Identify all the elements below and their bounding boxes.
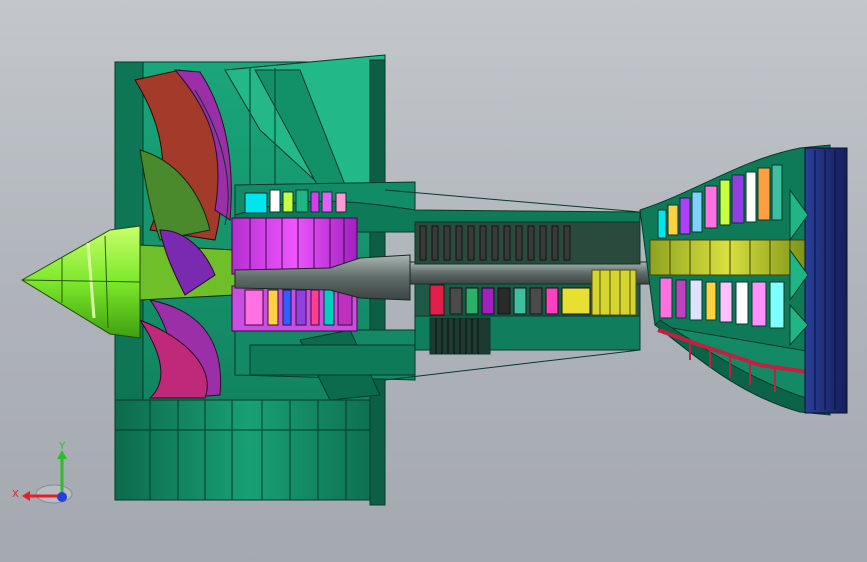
x-axis-label: X [12, 489, 19, 500]
accessory-gearbox[interactable] [429, 317, 491, 355]
y-axis-label: Y [58, 441, 66, 452]
spinner-cone[interactable] [21, 225, 141, 339]
x-axis-arrowhead [22, 491, 30, 501]
triad-plane [35, 484, 73, 504]
cad-viewport[interactable]: X Y [0, 0, 867, 562]
engine-cutaway-model[interactable] [0, 0, 867, 562]
z-axis-origin [57, 492, 67, 502]
coordinate-triad: X Y [12, 441, 73, 504]
compressor-vanes-upper[interactable] [244, 189, 347, 214]
